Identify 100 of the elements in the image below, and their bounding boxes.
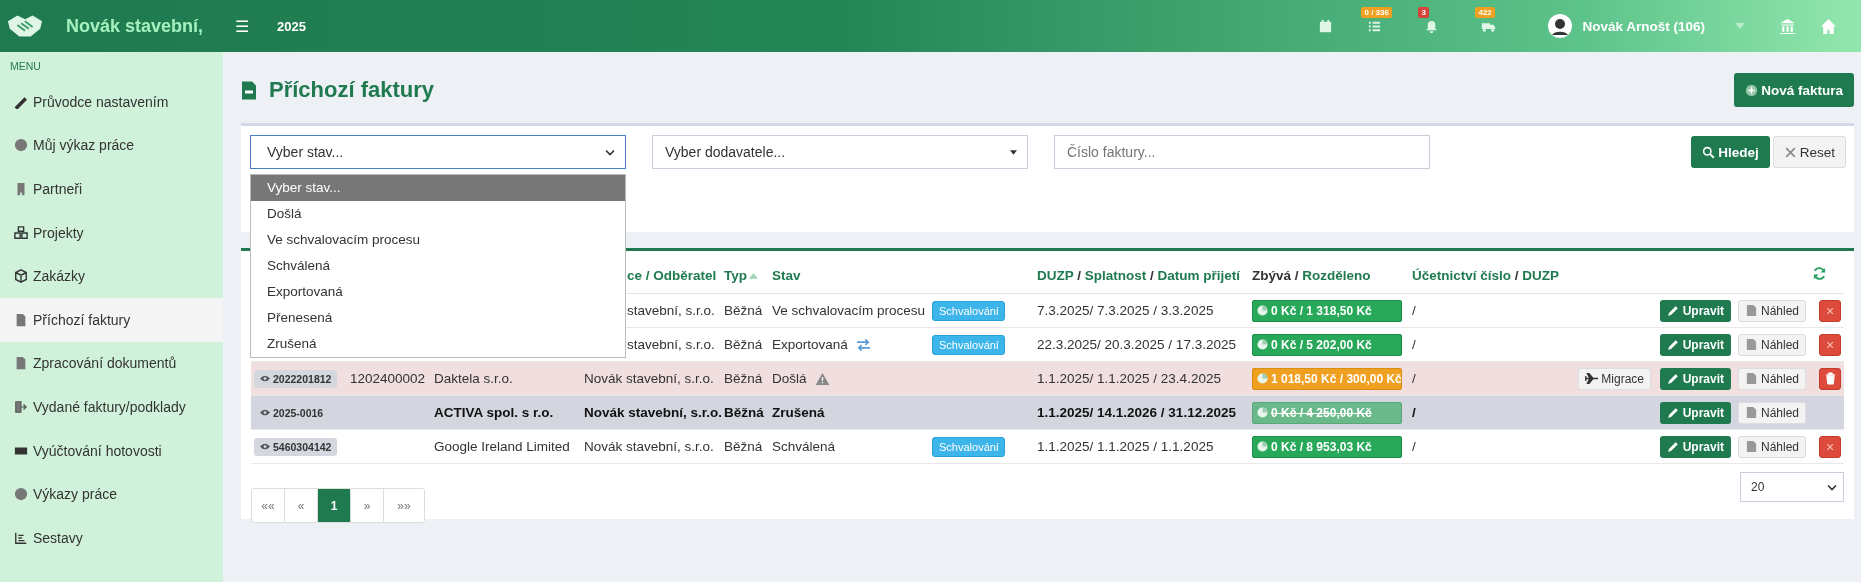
sidebar-item[interactable]: Výkazy práce — [0, 472, 223, 516]
dropdown-option[interactable]: Vyber stav... — [251, 175, 625, 201]
state-select[interactable]: Vyber stav... — [250, 135, 626, 169]
column-sort-link[interactable]: ce / Odběratel — [627, 267, 717, 283]
sidebar-item[interactable]: Vydané faktury/podklady — [0, 385, 223, 429]
bank-icon[interactable] — [1779, 17, 1796, 35]
column-header-separator: / — [1076, 267, 1083, 283]
preview-button[interactable]: Náhled — [1737, 333, 1806, 356]
reset-button[interactable]: Reset — [1772, 136, 1846, 168]
sidebar-item[interactable]: Můj výkaz práce — [0, 123, 223, 168]
edit-button[interactable]: Upravit — [1659, 401, 1731, 424]
pie-icon — [1257, 305, 1268, 316]
edit-button[interactable]: Upravit — [1659, 367, 1731, 390]
preview-button[interactable]: Náhled — [1737, 299, 1806, 322]
page-button[interactable]: «« — [252, 489, 285, 522]
count-badge: 422 — [1475, 6, 1495, 18]
pdf-file-icon — [1744, 406, 1758, 419]
table-cell: Zrušená — [772, 405, 825, 420]
preview-button[interactable]: Náhled — [1737, 435, 1806, 458]
sidebar-item[interactable]: Projekty — [0, 210, 223, 255]
refresh-icon[interactable] — [1812, 266, 1827, 281]
avatar-icon[interactable] — [1548, 14, 1573, 38]
dropdown-option[interactable]: Ve schvalovacím procesu — [251, 227, 625, 253]
table-cell: 1.1.2025/ 14.1.2026 / 31.12.2025 — [1037, 405, 1236, 420]
close-icon — [1783, 145, 1797, 159]
pencil-icon — [1666, 338, 1680, 351]
pencil-icon — [1666, 440, 1680, 453]
column-sort-link[interactable]: Rozděleno — [1302, 267, 1371, 283]
invoice-id-badge[interactable]: 2022201812 — [254, 369, 338, 388]
page-size-select[interactable]: 20 — [1740, 472, 1844, 502]
edit-button[interactable]: Upravit — [1659, 333, 1731, 356]
table-cell: Došlá — [772, 371, 807, 386]
table-cell: Google Ireland Limited — [434, 439, 570, 454]
column-sort-link[interactable]: Datum přijetí — [1157, 267, 1241, 283]
table-cell: 22.3.2025/ 20.3.2025 / 17.3.2025 — [1037, 337, 1236, 352]
column-sort-link[interactable]: Účetnictví číslo — [1412, 267, 1512, 283]
column-sort-link[interactable]: Stav — [772, 267, 801, 283]
menu-button[interactable]: ☰ — [235, 16, 249, 36]
calendar-icon[interactable] — [1318, 18, 1334, 34]
cubes-icon — [14, 225, 28, 240]
caret-icon[interactable] — [1735, 23, 1745, 29]
preview-button[interactable]: Náhled — [1737, 367, 1806, 390]
table-cell: 1.1.2025/ 1.1.2025 / 23.4.2025 — [1037, 371, 1221, 386]
page-title: Příchozí faktury — [269, 77, 435, 103]
dropdown-option[interactable]: Přenesená — [251, 305, 625, 331]
sidebar-item[interactable]: Vyúčtování hotovosti — [0, 428, 223, 473]
edit-button[interactable]: Upravit — [1659, 299, 1731, 322]
brand-name: Novák stavební, — [66, 15, 204, 37]
dropdown-option[interactable]: Zrušená — [251, 331, 625, 357]
column-header-separator: / — [1149, 267, 1155, 283]
invoice-id-badge[interactable]: 5460304142 — [254, 437, 338, 456]
page-button[interactable]: »» — [384, 489, 424, 522]
sidebar-item[interactable]: Sestavy — [0, 515, 223, 560]
new-invoice-button[interactable]: Nová faktura — [1734, 73, 1854, 107]
preview-button[interactable]: Náhled — [1737, 401, 1806, 424]
dropdown-option[interactable]: Exportovaná — [251, 279, 625, 305]
supplier-select[interactable]: Vyber dodavatele... — [652, 135, 1028, 169]
sidebar-item[interactable]: Příchozí faktury — [0, 297, 223, 342]
sidebar-item[interactable]: Průvodce nastavením — [0, 80, 223, 124]
pie-icon — [1257, 339, 1268, 350]
delete-button[interactable] — [1819, 367, 1841, 390]
table-cell: Schválená — [772, 439, 836, 454]
table-cell: stavební, s.r.o. — [627, 303, 715, 318]
sidebar-item[interactable]: Zakázky — [0, 254, 223, 298]
sort-up-icon[interactable] — [749, 272, 758, 279]
table-cell: / — [1412, 337, 1416, 352]
edit-button[interactable]: Upravit — [1659, 435, 1731, 458]
pdf-file-icon — [1744, 338, 1758, 351]
wand-icon — [14, 94, 28, 109]
table-cell: 1.1.2025/ 1.1.2025 / 1.1.2025 — [1037, 439, 1214, 454]
home-icon[interactable] — [1820, 17, 1837, 35]
document-icon — [241, 79, 257, 101]
count-badge: 0 / 336 — [1361, 6, 1392, 18]
caret-icon — [1010, 149, 1017, 155]
table-cell: / — [1412, 439, 1416, 454]
document-icon — [14, 356, 28, 371]
pie-icon — [1257, 441, 1268, 452]
page-button[interactable]: » — [351, 489, 384, 522]
trash-icon — [1823, 372, 1837, 385]
search-button[interactable]: Hledej — [1691, 136, 1770, 168]
eye-icon — [260, 409, 270, 416]
pdf-file-icon — [1744, 372, 1758, 385]
sidebar-item[interactable]: Partneři — [0, 167, 223, 211]
sidebar-item[interactable]: Zpracování dokumentů — [0, 341, 223, 386]
page-button[interactable]: « — [285, 489, 318, 522]
column-sort-link[interactable]: DUZP — [1037, 267, 1074, 283]
pencil-icon — [1666, 372, 1680, 385]
column-sort-link[interactable]: DUZP — [1522, 267, 1560, 283]
table-cell: Běžná — [724, 303, 763, 318]
dropdown-option[interactable]: Došlá — [251, 201, 625, 227]
invoice-number-field[interactable]: Číslo faktury... — [1054, 135, 1430, 169]
table-cell: Běžná — [724, 371, 763, 386]
page-button[interactable]: 1 — [318, 489, 351, 522]
column-sort-link[interactable]: Splatnost — [1084, 267, 1147, 283]
dropdown-option[interactable]: Schválená — [251, 253, 625, 279]
eye-icon — [260, 375, 270, 382]
column-header-separator: / — [1293, 267, 1300, 283]
migrate-button[interactable]: Migrace — [1578, 367, 1651, 390]
column-sort-link[interactable]: Typ — [724, 267, 747, 283]
chevron-icon — [1827, 483, 1837, 491]
